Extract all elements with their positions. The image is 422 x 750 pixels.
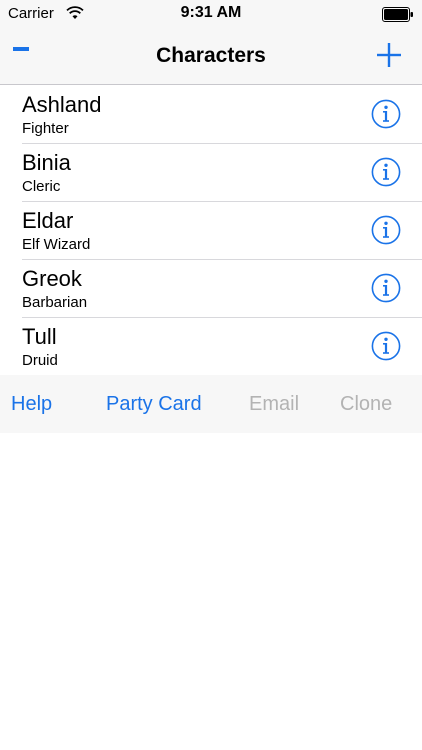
character-name: Tull — [22, 324, 57, 349]
character-name: Greok — [22, 266, 82, 291]
navigation-bar: Characters — [0, 28, 422, 85]
list-item[interactable]: Eldar Elf Wizard — [0, 202, 422, 260]
plus-icon[interactable] — [376, 42, 402, 73]
help-button[interactable]: Help — [11, 393, 52, 416]
list-item[interactable]: Ashland Fighter — [0, 86, 422, 144]
character-name: Binia — [22, 150, 71, 175]
character-class: Barbarian — [22, 294, 88, 311]
info-icon[interactable] — [371, 273, 401, 303]
info-icon[interactable] — [371, 215, 401, 245]
list-item[interactable]: Tull Druid — [0, 318, 422, 376]
character-name: Eldar — [22, 208, 74, 233]
party-card-button[interactable]: Party Card — [106, 393, 202, 416]
clone-button[interactable]: Clone — [340, 393, 392, 416]
character-class: Druid — [22, 352, 58, 369]
info-icon[interactable] — [371, 99, 401, 129]
bottom-toolbar: Help Party Card Email Clone — [0, 375, 422, 433]
list-item[interactable]: Binia Cleric — [0, 144, 422, 202]
list-item[interactable]: Greok Barbarian — [0, 260, 422, 318]
info-icon[interactable] — [371, 157, 401, 187]
status-bar: Carrier 9:31 AM — [0, 0, 422, 28]
email-button[interactable]: Email — [249, 393, 299, 416]
status-time: 9:31 AM — [180, 4, 242, 21]
character-name: Ashland — [22, 92, 102, 117]
battery-icon — [382, 7, 414, 27]
page-title: Characters — [156, 44, 266, 67]
character-class: Elf Wizard — [22, 236, 91, 253]
character-class: Fighter — [22, 120, 69, 137]
characters-list: Ashland Fighter Binia Cleric Eldar Elf W… — [0, 86, 422, 376]
info-icon[interactable] — [371, 331, 401, 361]
character-class: Cleric — [22, 178, 61, 195]
